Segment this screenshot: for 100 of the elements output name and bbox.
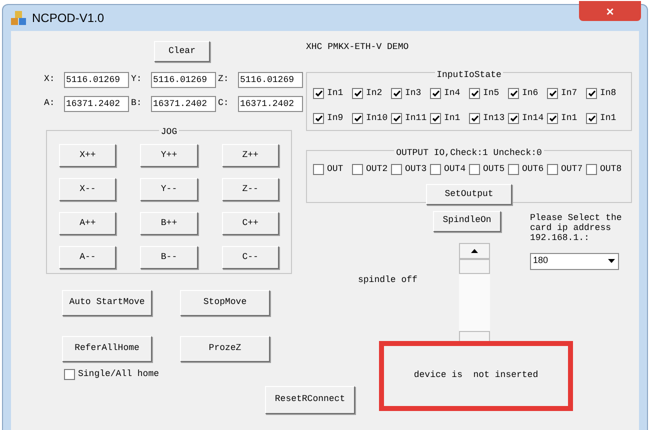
check-icon <box>392 90 400 97</box>
motion-button[interactable]: ReferAllHome <box>62 336 152 362</box>
jog-button[interactable]: A-- <box>59 246 116 269</box>
jog-button[interactable]: B++ <box>140 212 198 235</box>
input-label: In7 <box>561 86 578 100</box>
checkbox[interactable] <box>547 113 558 124</box>
output-label: OUT4 <box>444 162 466 176</box>
checkbox[interactable] <box>430 164 441 175</box>
checkbox[interactable] <box>352 113 363 124</box>
axis-label: X: <box>44 73 56 86</box>
input-label: In11 <box>405 112 427 125</box>
scroll-button[interactable] <box>459 330 490 342</box>
checkbox[interactable] <box>469 88 480 99</box>
checkbox[interactable] <box>586 88 597 99</box>
demo-title: XHC PMKX-ETH-V DEMO <box>306 41 410 54</box>
checkbox[interactable] <box>586 164 597 175</box>
scroll-thumb[interactable] <box>459 258 490 274</box>
input-label: In14 <box>522 112 544 125</box>
checkbox[interactable] <box>547 164 558 175</box>
check-icon <box>354 115 362 122</box>
group-title: OUTPUT IO,Check:1 Uncheck:0 <box>396 148 542 158</box>
check-icon <box>392 115 400 122</box>
jog-button[interactable]: C++ <box>222 212 279 235</box>
jog-button[interactable]: A++ <box>59 212 116 235</box>
position-field[interactable]: 16371.2402 <box>151 96 216 112</box>
check-icon <box>314 115 322 122</box>
checkbox[interactable] <box>313 164 324 175</box>
output-label: OUT <box>327 162 344 176</box>
clear-button[interactable]: Clear <box>154 41 210 62</box>
axis-label: B: <box>131 97 143 110</box>
close-button[interactable]: × <box>579 1 641 21</box>
output-label: OUT3 <box>405 162 427 176</box>
input-label: In10 <box>366 112 388 125</box>
checkbox[interactable] <box>352 88 363 99</box>
device-status: device is not inserted <box>414 369 538 382</box>
input-label: In9 <box>327 112 344 125</box>
motion-button[interactable]: ProzeZ <box>180 336 270 362</box>
check-icon <box>470 90 478 97</box>
input-label: In1 <box>561 112 578 125</box>
reset-connect-button[interactable]: ResetRConnect <box>265 386 355 414</box>
check-icon <box>432 90 440 97</box>
jog-button[interactable]: B-- <box>140 246 198 269</box>
check-icon <box>354 90 362 97</box>
checkbox[interactable] <box>508 164 519 175</box>
output-label: OUT7 <box>561 162 583 176</box>
output-label: OUT5 <box>483 162 505 176</box>
input-label: In1 <box>600 112 616 125</box>
position-field[interactable]: 16371.2402 <box>64 96 129 112</box>
check-icon <box>314 90 322 97</box>
check-icon <box>548 115 556 122</box>
scrollbar[interactable] <box>459 242 490 342</box>
input-label: In6 <box>522 86 538 100</box>
checkbox[interactable] <box>430 88 441 99</box>
check-icon <box>588 115 596 122</box>
spindle-button[interactable]: SpindleOn <box>433 210 501 232</box>
jog-button[interactable]: Y-- <box>140 178 198 201</box>
position-field[interactable]: 16371.2402 <box>238 96 303 112</box>
position-field[interactable]: 5116.01269 <box>151 72 216 88</box>
axis-label: Y: <box>131 73 143 86</box>
checkbox-label: Single/All home <box>78 368 160 381</box>
input-label: In3 <box>405 86 422 100</box>
input-label: In4 <box>444 86 460 100</box>
axis-label: Z: <box>218 73 230 86</box>
jog-button[interactable]: X++ <box>59 144 116 167</box>
check-icon <box>432 115 440 122</box>
checkbox[interactable] <box>391 164 402 175</box>
checkbox[interactable] <box>391 88 402 99</box>
app-icon <box>11 10 27 26</box>
jog-button[interactable]: X-- <box>59 178 116 201</box>
checkbox[interactable] <box>430 113 441 124</box>
group-title: InputIoState <box>436 70 502 80</box>
checkbox[interactable] <box>313 88 324 99</box>
position-field[interactable]: 5116.01269 <box>238 72 303 88</box>
checkbox[interactable] <box>64 369 75 380</box>
checkbox[interactable] <box>313 113 324 124</box>
checkbox[interactable] <box>586 113 597 124</box>
checkbox[interactable] <box>508 113 519 124</box>
check-icon <box>548 90 556 97</box>
checkbox[interactable] <box>547 88 558 99</box>
jog-button[interactable]: Y++ <box>140 144 198 167</box>
position-field[interactable]: 5116.01269 <box>64 72 129 88</box>
set-output-button[interactable]: SetOutput <box>426 184 512 205</box>
group-title: JOG <box>160 127 178 137</box>
motion-button[interactable]: StopMove <box>180 290 270 316</box>
ip-select[interactable]: 180 <box>530 252 619 270</box>
jog-button[interactable]: Z++ <box>222 144 279 167</box>
check-icon <box>588 90 596 97</box>
jog-button[interactable]: Z-- <box>222 178 279 201</box>
motion-button[interactable]: Auto StartMove <box>62 290 152 316</box>
input-label: In1 <box>444 112 460 125</box>
jog-button[interactable]: C-- <box>222 246 279 269</box>
check-icon <box>470 115 478 122</box>
checkbox[interactable] <box>469 113 480 124</box>
ip-prompt: Please Select the card ip address 192.168.1.: <box>530 212 623 242</box>
checkbox[interactable] <box>391 113 402 124</box>
checkbox[interactable] <box>508 88 519 99</box>
checkbox[interactable] <box>352 164 363 175</box>
checkbox[interactable] <box>469 164 480 175</box>
input-label: In8 <box>600 86 616 100</box>
check-icon <box>510 90 518 97</box>
